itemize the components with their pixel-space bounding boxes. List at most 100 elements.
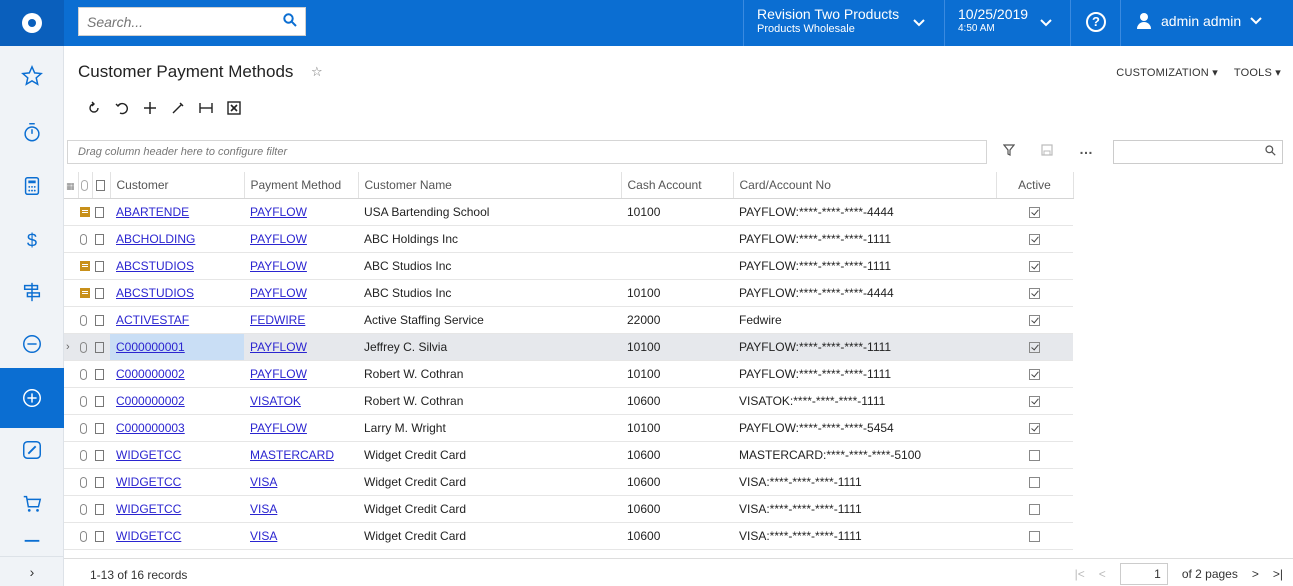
attachment-icon[interactable] [80, 341, 87, 353]
note-icon[interactable] [80, 207, 90, 218]
active-checkbox[interactable] [1029, 503, 1040, 515]
table-row[interactable]: WIDGETCC VISA Widget Credit Card 10600 VISA:… [64, 468, 1073, 496]
column-header-customer[interactable]: Customer [110, 172, 245, 199]
filter-drop-zone[interactable]: Drag column header here to configure fil… [67, 140, 987, 164]
more-menu-icon[interactable] [0, 524, 64, 554]
table-row[interactable]: ABCHOLDING PAYFLOW ABC Holdings Inc PAYFLOW… [64, 225, 1073, 253]
payment-method-link[interactable]: VISATOK [250, 394, 301, 408]
row-icon-cell[interactable] [78, 279, 92, 307]
payment-method-link[interactable]: VISA [250, 529, 277, 543]
attachment-icon[interactable] [80, 395, 87, 407]
user-menu[interactable]: admin admin [1136, 13, 1262, 29]
payment-method-cell[interactable]: PAYFLOW [244, 198, 358, 226]
payment-method-link[interactable]: FEDWIRE [250, 313, 305, 327]
recent-timer-icon[interactable] [0, 102, 64, 162]
search-icon[interactable] [283, 13, 297, 32]
customer-link[interactable]: ABCSTUDIOS [116, 286, 194, 300]
app-logo[interactable] [0, 0, 64, 46]
payment-method-cell[interactable]: PAYFLOW [244, 333, 358, 361]
row-doc-cell[interactable] [92, 360, 110, 388]
payment-method-cell[interactable]: VISA [244, 522, 358, 550]
customer-link[interactable]: C000000001 [116, 340, 185, 354]
customer-cell[interactable]: WIDGETCC [110, 468, 244, 496]
active-cell[interactable] [996, 441, 1073, 469]
payment-method-cell[interactable]: PAYFLOW [244, 360, 358, 388]
row-indicator[interactable] [64, 225, 78, 253]
payment-method-cell[interactable]: VISA [244, 468, 358, 496]
customer-link[interactable]: C000000002 [116, 394, 185, 408]
active-cell[interactable] [996, 306, 1073, 334]
branch-selector[interactable]: Revision Two Products Products Wholesale [757, 6, 899, 36]
customer-link[interactable]: WIDGETCC [116, 529, 181, 543]
row-doc-cell[interactable] [92, 468, 110, 496]
payment-method-link[interactable]: MASTERCARD [250, 448, 334, 462]
business-date[interactable]: 10/25/2019 4:50 AM [958, 6, 1028, 36]
row-indicator[interactable] [64, 414, 78, 442]
customer-cell[interactable]: ABCHOLDING [110, 225, 244, 253]
active-cell[interactable] [996, 387, 1073, 415]
customer-cell[interactable]: ABCSTUDIOS [110, 279, 244, 307]
note-icon[interactable] [80, 288, 90, 299]
payment-method-cell[interactable]: MASTERCARD [244, 441, 358, 469]
customer-cell[interactable]: C000000003 [110, 414, 244, 442]
active-checkbox[interactable] [1029, 449, 1040, 461]
row-indicator[interactable] [64, 198, 78, 226]
excel-export-icon[interactable] [220, 97, 248, 119]
row-doc-cell[interactable] [92, 522, 110, 550]
chevron-down-icon[interactable] [1040, 15, 1052, 30]
attachment-icon[interactable] [80, 314, 87, 326]
row-icon-cell[interactable] [78, 441, 92, 469]
row-icon-cell[interactable] [78, 333, 92, 361]
payment-method-link[interactable]: VISA [250, 502, 277, 516]
column-header-payment-method[interactable]: Payment Method [244, 172, 359, 199]
active-cell[interactable] [996, 333, 1073, 361]
row-icon-cell[interactable] [78, 495, 92, 523]
payment-method-cell[interactable]: VISA [244, 495, 358, 523]
row-icon-cell[interactable] [78, 252, 92, 280]
table-row[interactable]: ACTIVESTAF FEDWIRE Active Staffing Service… [64, 306, 1073, 334]
customer-cell[interactable]: ACTIVESTAF [110, 306, 244, 334]
table-row[interactable]: ABARTENDE PAYFLOW USA Bartending School 101… [64, 198, 1073, 226]
attachment-icon[interactable] [80, 503, 87, 515]
row-doc-cell[interactable] [92, 333, 110, 361]
row-doc-cell[interactable] [92, 414, 110, 442]
customer-link[interactable]: ACTIVESTAF [116, 313, 189, 327]
row-indicator[interactable] [64, 495, 78, 523]
customer-link[interactable]: ABARTENDE [116, 205, 189, 219]
last-page-icon[interactable]: >| [1273, 567, 1283, 581]
active-cell[interactable] [996, 198, 1073, 226]
column-header-card-account-no[interactable]: Card/Account No [733, 172, 997, 199]
active-checkbox[interactable] [1029, 341, 1040, 353]
customer-link[interactable]: ABCHOLDING [116, 232, 195, 246]
row-icon-cell[interactable] [78, 360, 92, 388]
customer-cell[interactable]: C000000001 [110, 333, 244, 361]
row-icon-cell[interactable] [78, 387, 92, 415]
active-cell[interactable] [996, 252, 1073, 280]
note-icon[interactable] [80, 261, 90, 272]
customer-link[interactable]: WIDGETCC [116, 475, 181, 489]
row-doc-cell[interactable] [92, 387, 110, 415]
active-checkbox[interactable] [1029, 476, 1040, 488]
customer-link[interactable]: C000000003 [116, 421, 185, 435]
filter-icon[interactable] [1002, 143, 1016, 159]
row-indicator[interactable] [64, 441, 78, 469]
prev-page-icon[interactable]: < [1099, 567, 1106, 581]
payment-method-link[interactable]: PAYFLOW [250, 421, 307, 435]
row-doc-cell[interactable] [92, 279, 110, 307]
row-indicator[interactable] [64, 279, 78, 307]
row-indicator[interactable] [64, 252, 78, 280]
row-doc-cell[interactable] [92, 198, 110, 226]
chevron-down-icon[interactable] [913, 15, 925, 30]
row-icon-cell[interactable] [78, 414, 92, 442]
column-header-active[interactable]: Active [996, 172, 1074, 199]
active-cell[interactable] [996, 522, 1073, 550]
table-row[interactable]: ABCSTUDIOS PAYFLOW ABC Studios Inc PAYFLOW:… [64, 252, 1073, 280]
table-row[interactable]: WIDGETCC VISA Widget Credit Card 10600 VISA:… [64, 522, 1073, 550]
active-checkbox[interactable] [1029, 260, 1040, 272]
attachment-icon[interactable] [80, 449, 87, 461]
payment-method-link[interactable]: PAYFLOW [250, 232, 307, 246]
calculator-icon[interactable] [0, 156, 64, 216]
customer-cell[interactable]: WIDGETCC [110, 441, 244, 469]
search-input[interactable] [79, 8, 269, 35]
column-header-cash-account[interactable]: Cash Account [621, 172, 734, 199]
